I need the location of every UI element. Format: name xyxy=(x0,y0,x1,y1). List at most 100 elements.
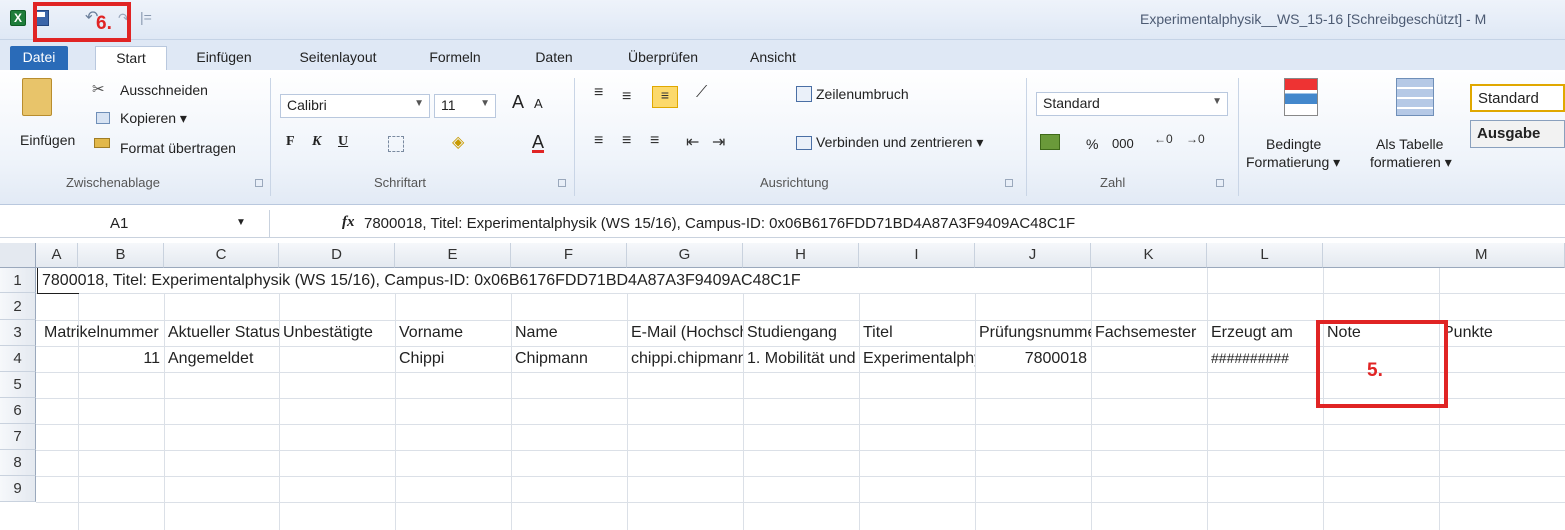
scissors-icon[interactable]: ✂ xyxy=(92,80,105,98)
alignment-dialog-launcher-icon[interactable] xyxy=(1005,179,1013,187)
clipboard-dialog-launcher-icon[interactable] xyxy=(255,179,263,187)
cell-b3[interactable]: Aktueller Status xyxy=(164,320,279,345)
select-all-corner[interactable] xyxy=(0,243,36,268)
text-orientation-icon[interactable]: ⟋ xyxy=(696,84,707,102)
align-center-icon[interactable]: ≡ xyxy=(622,132,631,150)
tab-einfuegen[interactable]: Einfügen xyxy=(188,46,260,70)
cell-f4[interactable]: chippi.chipmann xyxy=(627,346,743,371)
column-header-m[interactable]: M xyxy=(1323,243,1565,268)
decrease-indent-icon[interactable]: ⇤ xyxy=(686,132,699,152)
column-header-d[interactable]: D xyxy=(279,243,395,268)
cell-i3[interactable]: Prüfungsnummer xyxy=(975,320,1091,345)
cell-m4[interactable] xyxy=(1439,346,1565,371)
cell-e3[interactable]: Name xyxy=(511,320,627,345)
column-header-k[interactable]: K xyxy=(1091,243,1207,268)
column-header-l[interactable]: L xyxy=(1207,243,1323,268)
thousands-separator-button[interactable]: 000 xyxy=(1112,136,1134,151)
bold-button[interactable]: F xyxy=(286,134,295,150)
name-box[interactable]: A1 xyxy=(0,210,270,238)
conditional-formatting-label-1[interactable]: Bedingte xyxy=(1266,136,1321,152)
tab-start[interactable]: Start xyxy=(95,46,167,70)
cell-k4[interactable]: ########## xyxy=(1207,346,1323,371)
customize-qat-icon[interactable]: |= xyxy=(140,9,152,25)
merge-center-icon[interactable] xyxy=(796,136,812,150)
style-ausgabe[interactable]: Ausgabe xyxy=(1470,120,1565,148)
number-dialog-launcher-icon[interactable] xyxy=(1216,179,1224,187)
insert-function-icon[interactable]: fx xyxy=(342,214,355,231)
tab-ueberpruefen[interactable]: Überprüfen xyxy=(615,46,711,70)
row-header-8[interactable]: 8 xyxy=(0,450,36,476)
underline-button[interactable]: U xyxy=(338,134,348,150)
formula-input[interactable]: 7800018, Titel: Experimentalphysik (WS 1… xyxy=(364,215,1075,232)
cell-b4[interactable]: Angemeldet xyxy=(164,346,279,371)
format-as-table-icon[interactable] xyxy=(1396,78,1434,116)
borders-icon[interactable] xyxy=(388,136,404,152)
cell-a1[interactable]: 7800018, Titel: Experimentalphysik (WS 1… xyxy=(38,268,1038,293)
format-painter-icon[interactable] xyxy=(94,138,110,148)
cell-e4[interactable]: Chipmann xyxy=(511,346,627,371)
tab-daten[interactable]: Daten xyxy=(524,46,584,70)
row-header-7[interactable]: 7 xyxy=(0,424,36,450)
cell-j4[interactable] xyxy=(1091,346,1207,371)
row-header-5[interactable]: 5 xyxy=(0,372,36,398)
format-as-table-label-1[interactable]: Als Tabelle xyxy=(1376,136,1443,152)
cell-g4[interactable]: 1. Mobilität und xyxy=(743,346,859,371)
font-color-icon[interactable]: A xyxy=(532,132,544,153)
cell-a3[interactable]: Matrikelnummer xyxy=(40,320,164,345)
column-header-j[interactable]: J xyxy=(975,243,1091,268)
cell-j3[interactable]: Fachsemester xyxy=(1091,320,1207,345)
style-standard[interactable]: Standard xyxy=(1470,84,1565,112)
fill-color-icon[interactable]: ◈ xyxy=(452,132,464,152)
excel-logo-icon[interactable]: X xyxy=(10,10,26,26)
column-header-b[interactable]: B xyxy=(78,243,164,268)
chevron-down-icon[interactable]: ▼ xyxy=(236,217,246,228)
font-name-combo[interactable]: Calibri ▼ xyxy=(280,94,430,118)
paste-button[interactable]: Einfügen xyxy=(20,132,75,148)
cell-a4[interactable]: 11 xyxy=(78,346,164,371)
paste-icon[interactable] xyxy=(22,78,52,116)
tab-seitenlayout[interactable]: Seitenlayout xyxy=(283,46,393,70)
row-header-3[interactable]: 3 xyxy=(0,320,36,346)
tab-ansicht[interactable]: Ansicht xyxy=(740,46,806,70)
cell-m3[interactable]: Punkte xyxy=(1439,320,1565,345)
increase-decimal-icon[interactable]: ←0 xyxy=(1154,132,1173,146)
column-header-h[interactable]: H xyxy=(743,243,859,268)
percent-button[interactable]: % xyxy=(1086,136,1098,152)
align-left-icon[interactable]: ≡ xyxy=(594,132,603,150)
italic-button[interactable]: K xyxy=(312,134,321,150)
decrease-decimal-icon[interactable]: →0 xyxy=(1186,132,1205,146)
conditional-formatting-label-2[interactable]: Formatierung ▾ xyxy=(1246,154,1340,171)
format-as-table-label-2[interactable]: formatieren ▾ xyxy=(1370,154,1452,171)
cell-i4[interactable]: 7800018 xyxy=(975,346,1091,371)
align-top-icon[interactable]: ≡ xyxy=(594,84,603,102)
accounting-format-icon[interactable] xyxy=(1040,134,1060,150)
grow-font-button[interactable]: A xyxy=(512,92,524,113)
cut-button[interactable]: Ausschneiden xyxy=(120,82,208,98)
cell-c3[interactable]: Unbestätigte xyxy=(279,320,395,345)
column-header-f[interactable]: F xyxy=(511,243,627,268)
number-format-combo[interactable]: Standard ▼ xyxy=(1036,92,1228,116)
conditional-formatting-icon[interactable] xyxy=(1284,78,1318,116)
cell-h3[interactable]: Titel xyxy=(859,320,975,345)
column-header-e[interactable]: E xyxy=(395,243,511,268)
align-middle-icon[interactable]: ≡ xyxy=(622,88,631,106)
column-header-i[interactable]: I xyxy=(859,243,975,268)
copy-icon[interactable] xyxy=(96,112,110,124)
copy-button[interactable]: Kopieren ▾ xyxy=(120,110,187,127)
align-right-icon[interactable]: ≡ xyxy=(650,132,659,150)
cell-c4[interactable] xyxy=(279,346,395,371)
cell-d4[interactable]: Chippi xyxy=(395,346,511,371)
tab-formeln[interactable]: Formeln xyxy=(420,46,490,70)
cell-k3[interactable]: Erzeugt am xyxy=(1207,320,1323,345)
cell-g3[interactable]: Studiengang xyxy=(743,320,859,345)
row-header-9[interactable]: 9 xyxy=(0,476,36,502)
align-bottom-icon[interactable]: ≡ xyxy=(652,86,678,108)
column-header-a[interactable]: A xyxy=(36,243,78,268)
format-painter-button[interactable]: Format übertragen xyxy=(120,140,236,156)
column-header-g[interactable]: G xyxy=(627,243,743,268)
wrap-text-icon[interactable] xyxy=(796,86,812,102)
font-size-combo[interactable]: 11 ▼ xyxy=(434,94,496,118)
row-header-2[interactable]: 2 xyxy=(0,293,36,320)
merge-center-button[interactable]: Verbinden und zentrieren ▾ xyxy=(816,134,983,151)
wrap-text-button[interactable]: Zeilenumbruch xyxy=(816,86,909,102)
